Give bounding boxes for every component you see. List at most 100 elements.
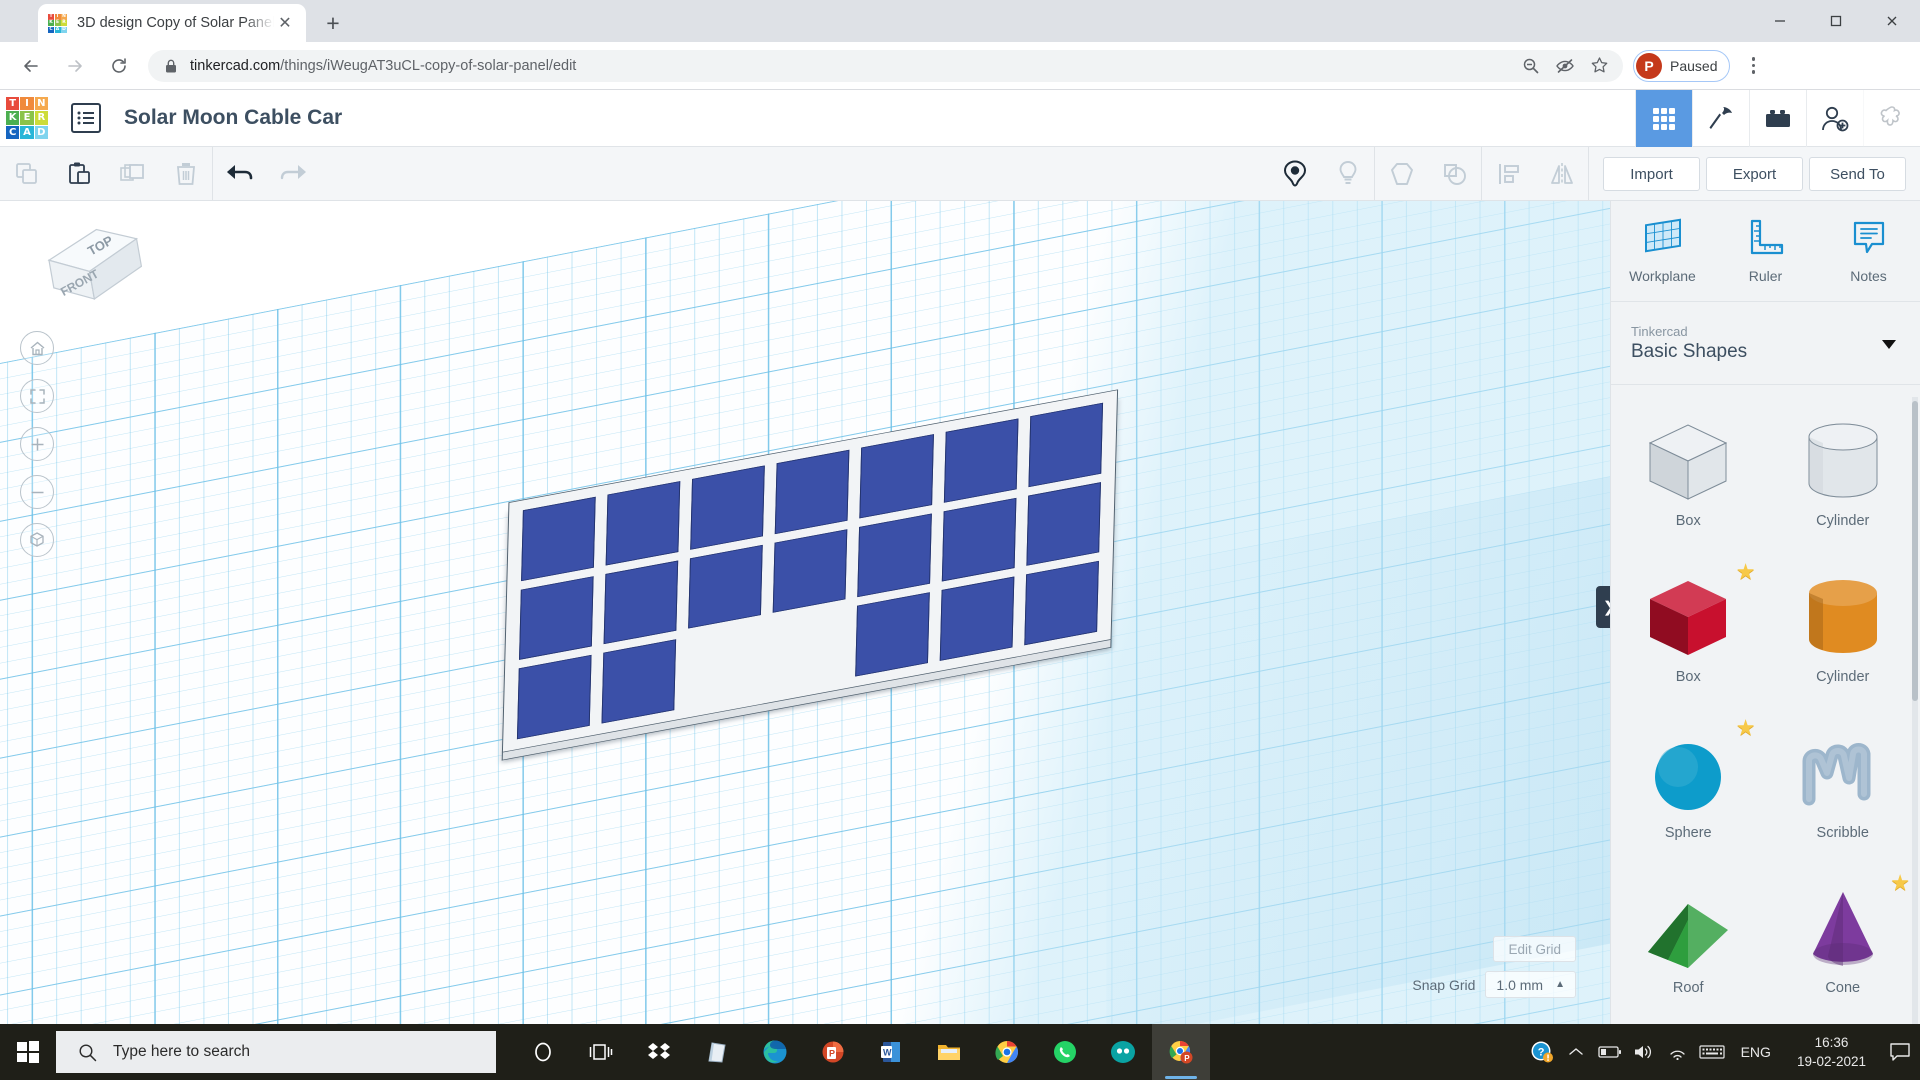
duplicate-button[interactable]: [106, 147, 159, 201]
eye-off-icon[interactable]: [1551, 52, 1579, 80]
word-icon[interactable]: W: [862, 1024, 920, 1080]
sticky-notes-icon[interactable]: [688, 1024, 746, 1080]
edit-grid-button[interactable]: Edit Grid: [1493, 936, 1576, 962]
close-window-icon[interactable]: [1864, 0, 1920, 42]
solar-cell: [521, 496, 596, 581]
volume-icon[interactable]: [1627, 1024, 1661, 1080]
import-button[interactable]: Import: [1603, 157, 1700, 191]
minecraft-pickaxe-icon[interactable]: [1692, 90, 1749, 147]
zoom-in-button[interactable]: [20, 427, 54, 461]
keyboard-icon[interactable]: [1695, 1024, 1729, 1080]
search-placeholder: Type here to search: [113, 1043, 250, 1060]
align-button[interactable]: [1482, 147, 1535, 201]
task-view-icon[interactable]: [572, 1024, 630, 1080]
lego-brick-icon[interactable]: [1749, 90, 1806, 147]
project-list-button[interactable]: [71, 103, 101, 133]
group-button[interactable]: [1375, 147, 1428, 201]
forward-icon[interactable]: [59, 50, 91, 82]
help-question-icon[interactable]: ?: [1525, 1024, 1559, 1080]
logo-tile-k: K: [6, 111, 20, 125]
solar-cell: [855, 592, 930, 677]
home-view-button[interactable]: [20, 331, 54, 365]
solar-cell: [690, 465, 765, 550]
back-icon[interactable]: [15, 50, 47, 82]
browser-tab-strip: TIN KER CAD 3D design Copy of Solar Panel …: [0, 0, 1920, 42]
box-icon: [1638, 569, 1738, 665]
fit-to-view-button[interactable]: [20, 379, 54, 413]
moodle-icon[interactable]: [1094, 1024, 1152, 1080]
delete-button[interactable]: [159, 147, 212, 201]
send-to-button[interactable]: Send To: [1809, 157, 1906, 191]
redo-button[interactable]: [266, 147, 319, 201]
windows-start-button[interactable]: [0, 1024, 56, 1080]
shape-library-select[interactable]: Tinkercad Basic Shapes: [1625, 314, 1906, 372]
panel-tools: Workplane Ruler Notes: [1611, 201, 1920, 301]
mirror-button[interactable]: [1535, 147, 1588, 201]
minimize-icon[interactable]: [1752, 0, 1808, 42]
copy-button[interactable]: [0, 147, 53, 201]
dropbox-icon[interactable]: [630, 1024, 688, 1080]
blocks-grid-icon[interactable]: [1635, 90, 1692, 147]
new-tab-button[interactable]: +: [316, 6, 350, 40]
view-cube[interactable]: TOP FRONT: [32, 219, 152, 329]
close-icon[interactable]: ✕: [274, 12, 296, 34]
shape-item-box-2[interactable]: ★ Box: [1611, 560, 1766, 701]
bookmark-star-icon[interactable]: [1585, 52, 1613, 80]
cortana-icon[interactable]: [514, 1024, 572, 1080]
favorite-star-icon[interactable]: ★: [1736, 560, 1756, 583]
shape-item-sphere-4[interactable]: ★ Sphere: [1611, 716, 1766, 857]
profile-chip[interactable]: P Paused: [1633, 49, 1731, 82]
action-center-icon[interactable]: [1880, 1024, 1920, 1080]
undo-button[interactable]: [213, 147, 266, 201]
shape-item-roof-6[interactable]: Roof: [1611, 872, 1766, 1012]
favorite-star-icon[interactable]: ★: [1890, 872, 1910, 894]
language-indicator[interactable]: ENG: [1729, 1044, 1783, 1060]
battery-icon[interactable]: [1593, 1024, 1627, 1080]
notes-tool[interactable]: Notes: [1821, 218, 1916, 284]
whatsapp-icon[interactable]: [1036, 1024, 1094, 1080]
notes-marker-button[interactable]: [1268, 147, 1321, 201]
tinkercad-toolbar: Import Export Send To: [0, 146, 1920, 201]
wifi-icon[interactable]: [1661, 1024, 1695, 1080]
chrome-tinkercad-icon[interactable]: P: [1152, 1024, 1210, 1080]
clock[interactable]: 16:36 19-02-2021: [1783, 1033, 1880, 1071]
snap-grid-select[interactable]: 1.0 mm ▲: [1485, 971, 1576, 998]
ungroup-button[interactable]: [1428, 147, 1481, 201]
powerpoint-icon[interactable]: P: [804, 1024, 862, 1080]
ortho-perspective-toggle[interactable]: [20, 523, 54, 557]
solar-cell: [516, 655, 592, 740]
reload-icon[interactable]: [103, 50, 135, 82]
workplane-tool[interactable]: Workplane: [1615, 218, 1710, 284]
add-person-icon[interactable]: [1806, 90, 1863, 147]
logo-tile-t: T: [48, 13, 54, 20]
shape-label: Cylinder: [1816, 668, 1870, 685]
address-bar[interactable]: tinkercad.com/things/iWeugAT3uCL-copy-of…: [148, 49, 1623, 82]
show-hidden-icons-icon[interactable]: [1559, 1024, 1593, 1080]
shape-item-box-0[interactable]: Box: [1611, 405, 1766, 545]
viewport-nav-controls: [20, 331, 54, 571]
maximize-icon[interactable]: [1808, 0, 1864, 42]
kebab-menu-icon[interactable]: [1738, 51, 1768, 81]
paste-button[interactable]: [53, 147, 106, 201]
light-bulb-button[interactable]: [1321, 147, 1374, 201]
favorite-star-icon[interactable]: ★: [1736, 716, 1756, 739]
shape-item-scribble-5[interactable]: Scribble: [1766, 717, 1920, 857]
export-button[interactable]: Export: [1706, 157, 1803, 191]
gallery-figure-icon[interactable]: [1863, 90, 1920, 147]
design-viewport[interactable]: TOP FRONT Edit Grid Snap Grid 1.0 mm ▲: [0, 201, 1610, 1024]
zoom-out-icon[interactable]: [1517, 52, 1545, 80]
microsoft-edge-icon[interactable]: [746, 1024, 804, 1080]
page-title[interactable]: Solar Moon Cable Car: [124, 106, 342, 130]
tinkercad-logo[interactable]: TINKERCAD: [6, 97, 48, 139]
ruler-tool[interactable]: Ruler: [1718, 218, 1813, 284]
logo-tile-t: T: [6, 97, 20, 111]
toolbar-right-group: Import Export Send To: [1268, 147, 1920, 201]
google-chrome-icon[interactable]: [978, 1024, 1036, 1080]
browser-tab[interactable]: TIN KER CAD 3D design Copy of Solar Panel …: [38, 4, 306, 42]
file-explorer-icon[interactable]: [920, 1024, 978, 1080]
shape-item-cylinder-3[interactable]: Cylinder: [1766, 561, 1920, 701]
zoom-out-button[interactable]: [20, 475, 54, 509]
shape-item-cylinder-1[interactable]: Cylinder: [1766, 405, 1920, 545]
shape-item-cone-7[interactable]: ★ Cone: [1766, 872, 1920, 1012]
search-input[interactable]: Type here to search: [56, 1031, 496, 1073]
